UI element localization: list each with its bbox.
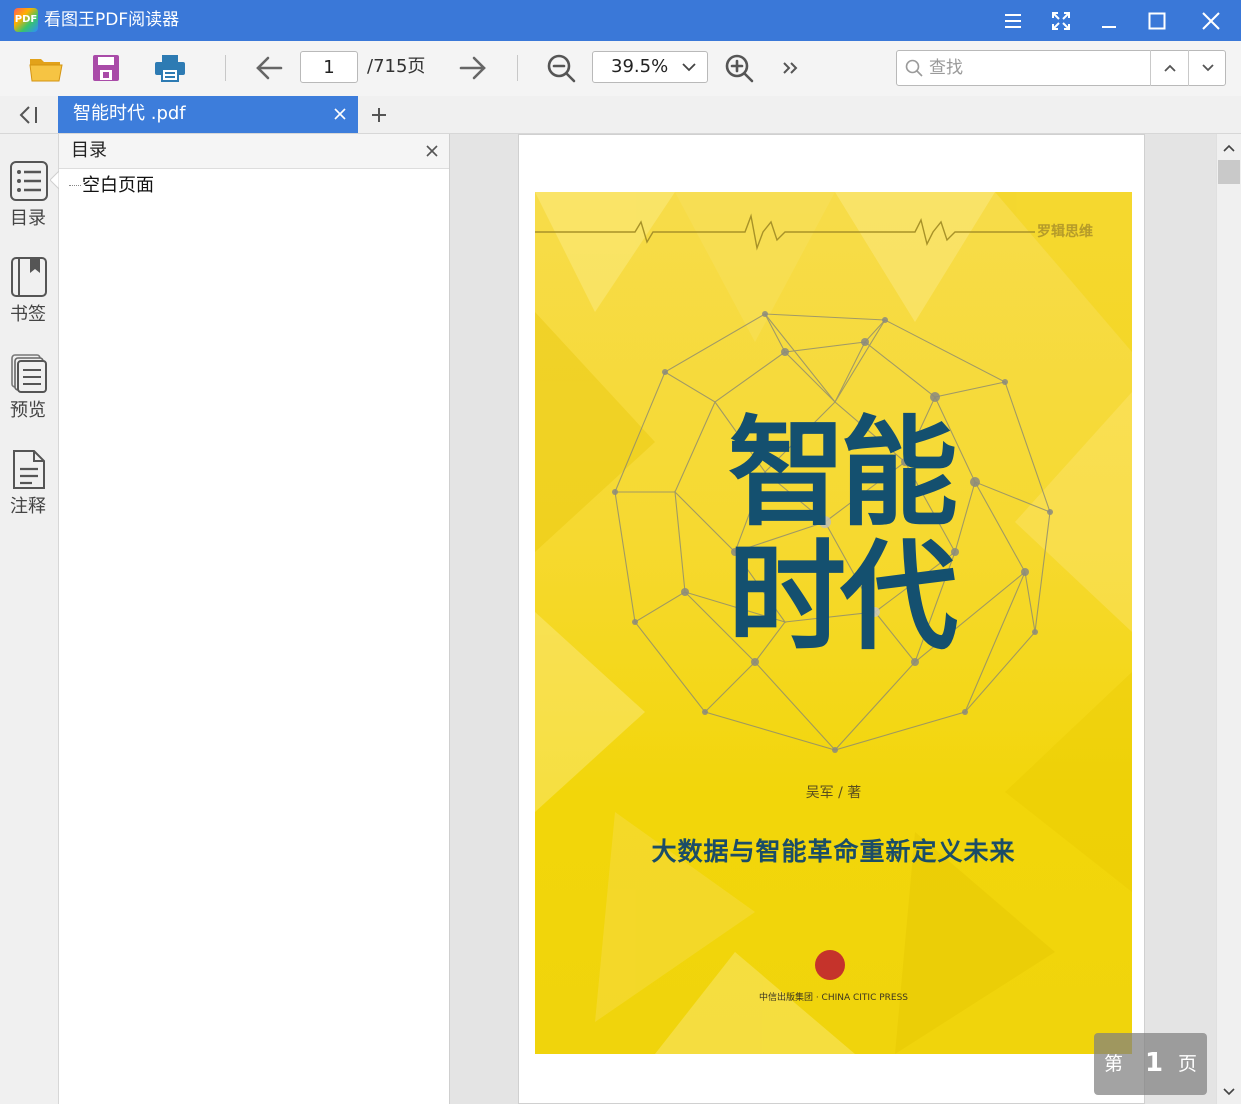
chevron-down-icon	[1223, 1088, 1235, 1096]
fullscreen-button[interactable]	[1038, 0, 1084, 41]
chevron-up-icon	[1223, 144, 1235, 152]
bookmark-icon	[10, 256, 48, 298]
arrow-left-icon	[256, 56, 283, 80]
toolbar-divider	[225, 55, 226, 81]
annotation-icon	[10, 448, 48, 490]
outline-title: 目录	[71, 140, 107, 161]
double-chevron-right-icon	[783, 62, 798, 74]
search-next-button[interactable]	[1188, 50, 1227, 86]
cover-series-mark: 罗辑思维	[1037, 224, 1093, 240]
toolbar-divider	[517, 55, 518, 81]
printer-icon	[155, 55, 185, 82]
publisher-logo-icon	[815, 950, 845, 980]
sidebar-item-label: 目录	[10, 208, 46, 229]
page-indicator-number: 1	[1144, 1048, 1164, 1078]
close-icon	[426, 145, 438, 157]
pdf-page: 罗辑思维 智能 时代 吴军 / 著 大数据与智能革命重新定义未来 中信出版集团 …	[518, 134, 1145, 1104]
cover-subtitle: 大数据与智能革命重新定义未来	[651, 837, 1016, 866]
outline-item-label: 空白页面	[82, 175, 154, 196]
sidebar-rail: 目录 书签 预览 注释	[0, 134, 59, 1104]
search-box	[896, 50, 1226, 86]
close-tab-button[interactable]	[328, 102, 352, 126]
collapse-sidebar-button[interactable]	[0, 96, 58, 133]
arrow-right-icon	[459, 56, 486, 80]
new-tab-button[interactable]	[365, 101, 393, 129]
page-indicator-prefix: 第	[1104, 1053, 1124, 1075]
chevron-down-icon	[682, 63, 696, 72]
save-button[interactable]	[86, 49, 126, 87]
book-cover-image: 罗辑思维 智能 时代 吴军 / 著 大数据与智能革命重新定义未来 中信出版集团 …	[535, 192, 1132, 1054]
list-icon	[10, 160, 48, 202]
next-page-button[interactable]	[453, 49, 493, 87]
total-pages-label: /715页	[367, 56, 426, 77]
zoom-level-value: 39.5%	[611, 56, 669, 77]
sidebar-item-annotations[interactable]: 注释	[0, 448, 58, 532]
save-icon	[93, 55, 119, 81]
search-input[interactable]	[929, 53, 1145, 83]
thumbnails-icon	[10, 352, 48, 394]
chevron-down-icon	[1202, 64, 1214, 72]
main-toolbar: /715页 39.5%	[0, 41, 1241, 97]
close-icon	[1202, 11, 1220, 30]
search-previous-button[interactable]	[1150, 50, 1189, 86]
sidebar-item-thumbnails[interactable]: 预览	[0, 352, 58, 436]
zoom-in-icon	[725, 54, 754, 83]
cover-title-line2: 时代	[727, 528, 958, 666]
zoom-level-select[interactable]: 39.5%	[592, 51, 708, 83]
sidebar-item-label: 注释	[10, 496, 46, 517]
page-indicator-suffix: 页	[1178, 1053, 1198, 1075]
print-button[interactable]	[150, 49, 190, 87]
tree-connector	[69, 185, 81, 186]
close-window-button[interactable]	[1188, 0, 1234, 41]
maximize-icon	[1148, 12, 1166, 29]
outline-panel: 目录 空白页面	[59, 134, 450, 1104]
cover-publisher: 中信出版集团 · CHINA CITIC PRESS	[758, 993, 909, 1003]
outline-header: 目录	[59, 134, 449, 169]
plus-icon	[372, 108, 386, 122]
tab-document[interactable]: 智能时代 .pdf	[58, 96, 358, 133]
cover-title-line1: 智能	[727, 404, 958, 542]
sidebar-item-label: 书签	[10, 304, 46, 325]
sidebar-item-label: 预览	[10, 400, 46, 421]
zoom-in-button[interactable]	[719, 49, 759, 87]
hamburger-menu-icon	[1005, 13, 1021, 28]
tab-bar: 智能时代 .pdf	[0, 96, 1241, 134]
more-tools-button[interactable]	[770, 49, 810, 87]
cover-author: 吴军 / 著	[805, 785, 862, 801]
search-icon	[905, 59, 923, 77]
zoom-out-icon	[547, 54, 576, 83]
page-number-input[interactable]	[300, 51, 358, 83]
chevron-up-icon	[1164, 64, 1176, 72]
scroll-down-button[interactable]	[1217, 1082, 1241, 1102]
minimize-icon	[1102, 25, 1116, 28]
close-icon	[334, 108, 346, 120]
folder-open-icon	[29, 59, 63, 82]
title-bar: PDF 看图王PDF阅读器	[0, 0, 1241, 41]
app-logo: PDF	[14, 8, 38, 32]
zoom-out-button[interactable]	[541, 49, 581, 87]
page-indicator: 第 1 页	[1094, 1033, 1207, 1095]
scroll-up-button[interactable]	[1217, 138, 1241, 158]
collapse-panel-icon	[19, 105, 37, 124]
window-title: 看图王PDF阅读器	[44, 10, 180, 30]
close-outline-button[interactable]	[421, 140, 443, 162]
tab-document-label: 智能时代 .pdf	[73, 103, 186, 124]
vertical-scrollbar[interactable]	[1216, 134, 1241, 1104]
scrollbar-thumb[interactable]	[1218, 160, 1240, 184]
maximize-button[interactable]	[1134, 0, 1180, 41]
active-pointer-icon	[50, 171, 59, 189]
minimize-button[interactable]	[1086, 0, 1132, 41]
sidebar-item-outline[interactable]: 目录	[0, 160, 59, 244]
document-viewer[interactable]: 罗辑思维 智能 时代 吴军 / 著 大数据与智能革命重新定义未来 中信出版集团 …	[450, 134, 1216, 1104]
menu-button[interactable]	[990, 0, 1036, 41]
open-file-button[interactable]	[26, 49, 66, 87]
fullscreen-icon	[1052, 11, 1070, 30]
sidebar-item-bookmarks[interactable]: 书签	[0, 256, 58, 340]
previous-page-button[interactable]	[249, 49, 289, 87]
